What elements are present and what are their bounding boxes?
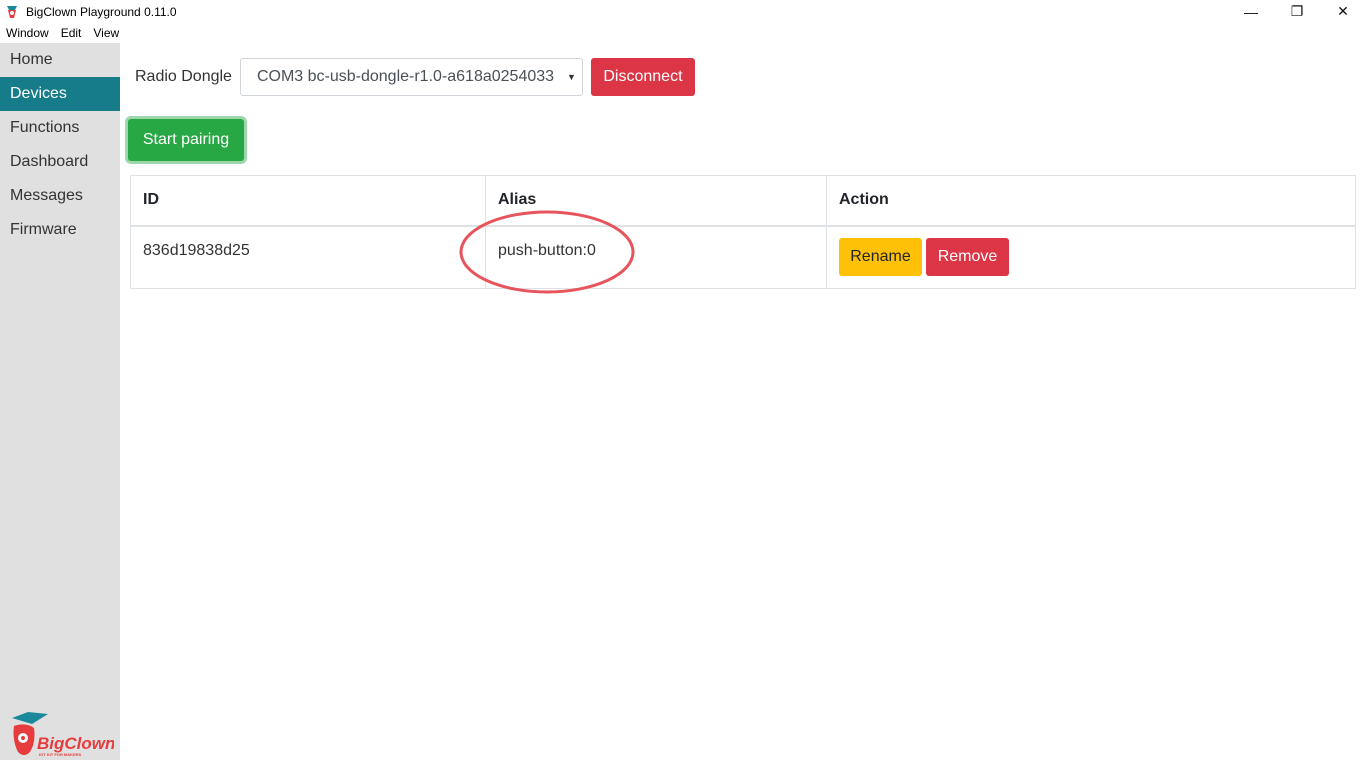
sidebar-item-devices[interactable]: Devices [0,77,120,111]
sidebar-item-home[interactable]: Home [0,43,120,77]
device-alias-cell: push-button:0 [485,225,827,289]
sidebar: Home Devices Functions Dashboard Message… [0,43,120,760]
restore-button[interactable]: ❐ [1274,0,1320,23]
header-action: Action [826,175,1356,227]
header-alias: Alias [485,175,827,227]
device-id-cell: 836d19838d25 [130,225,486,289]
radio-dongle-value: COM3 bc-usb-dongle-r1.0-a618a0254033 [256,68,555,85]
rename-button[interactable]: Rename [839,238,922,277]
header-id: ID [130,175,486,227]
disconnect-button[interactable]: Disconnect [590,58,695,96]
devices-table: ID Alias Action 836d19838d25 push-button… [130,175,1356,289]
radio-dongle-select[interactable]: COM3 bc-usb-dongle-r1.0-a618a0254033 ▼ [239,58,583,96]
bigclown-logo: BigClown IOT KIT FOR MAKERS [8,712,115,758]
logo-text: BigClown [37,734,114,753]
sidebar-item-functions[interactable]: Functions [0,111,120,145]
remove-button[interactable]: Remove [926,238,1009,277]
device-action-cell: Rename Remove [826,225,1356,289]
caret-down-icon: ▼ [567,72,576,82]
menu-view[interactable]: View [87,26,125,40]
radio-dongle-label: Radio Dongle [135,68,232,85]
menu-bar: Window Edit View [0,23,1366,43]
sidebar-item-messages[interactable]: Messages [0,179,120,213]
minimize-button[interactable]: — [1228,0,1274,23]
start-pairing-button[interactable]: Start pairing [128,119,244,161]
sidebar-item-dashboard[interactable]: Dashboard [0,145,120,179]
table-row: 836d19838d25 push-button:0 Rename Remove [130,225,1356,289]
app-icon [4,4,20,20]
sidebar-item-firmware[interactable]: Firmware [0,213,120,247]
window-controls: — ❐ ✕ [1228,0,1366,23]
title-bar: BigClown Playground 0.11.0 — ❐ ✕ [0,0,1366,23]
table-header-row: ID Alias Action [130,175,1356,227]
menu-edit[interactable]: Edit [55,26,88,40]
devices-page: Radio Dongle COM3 bc-usb-dongle-r1.0-a61… [120,43,1366,760]
close-button[interactable]: ✕ [1320,0,1366,23]
logo-tagline: IOT KIT FOR MAKERS [39,752,82,757]
window-title: BigClown Playground 0.11.0 [26,4,177,19]
radio-dongle-row: Radio Dongle COM3 bc-usb-dongle-r1.0-a61… [135,58,695,96]
menu-window[interactable]: Window [0,26,55,40]
